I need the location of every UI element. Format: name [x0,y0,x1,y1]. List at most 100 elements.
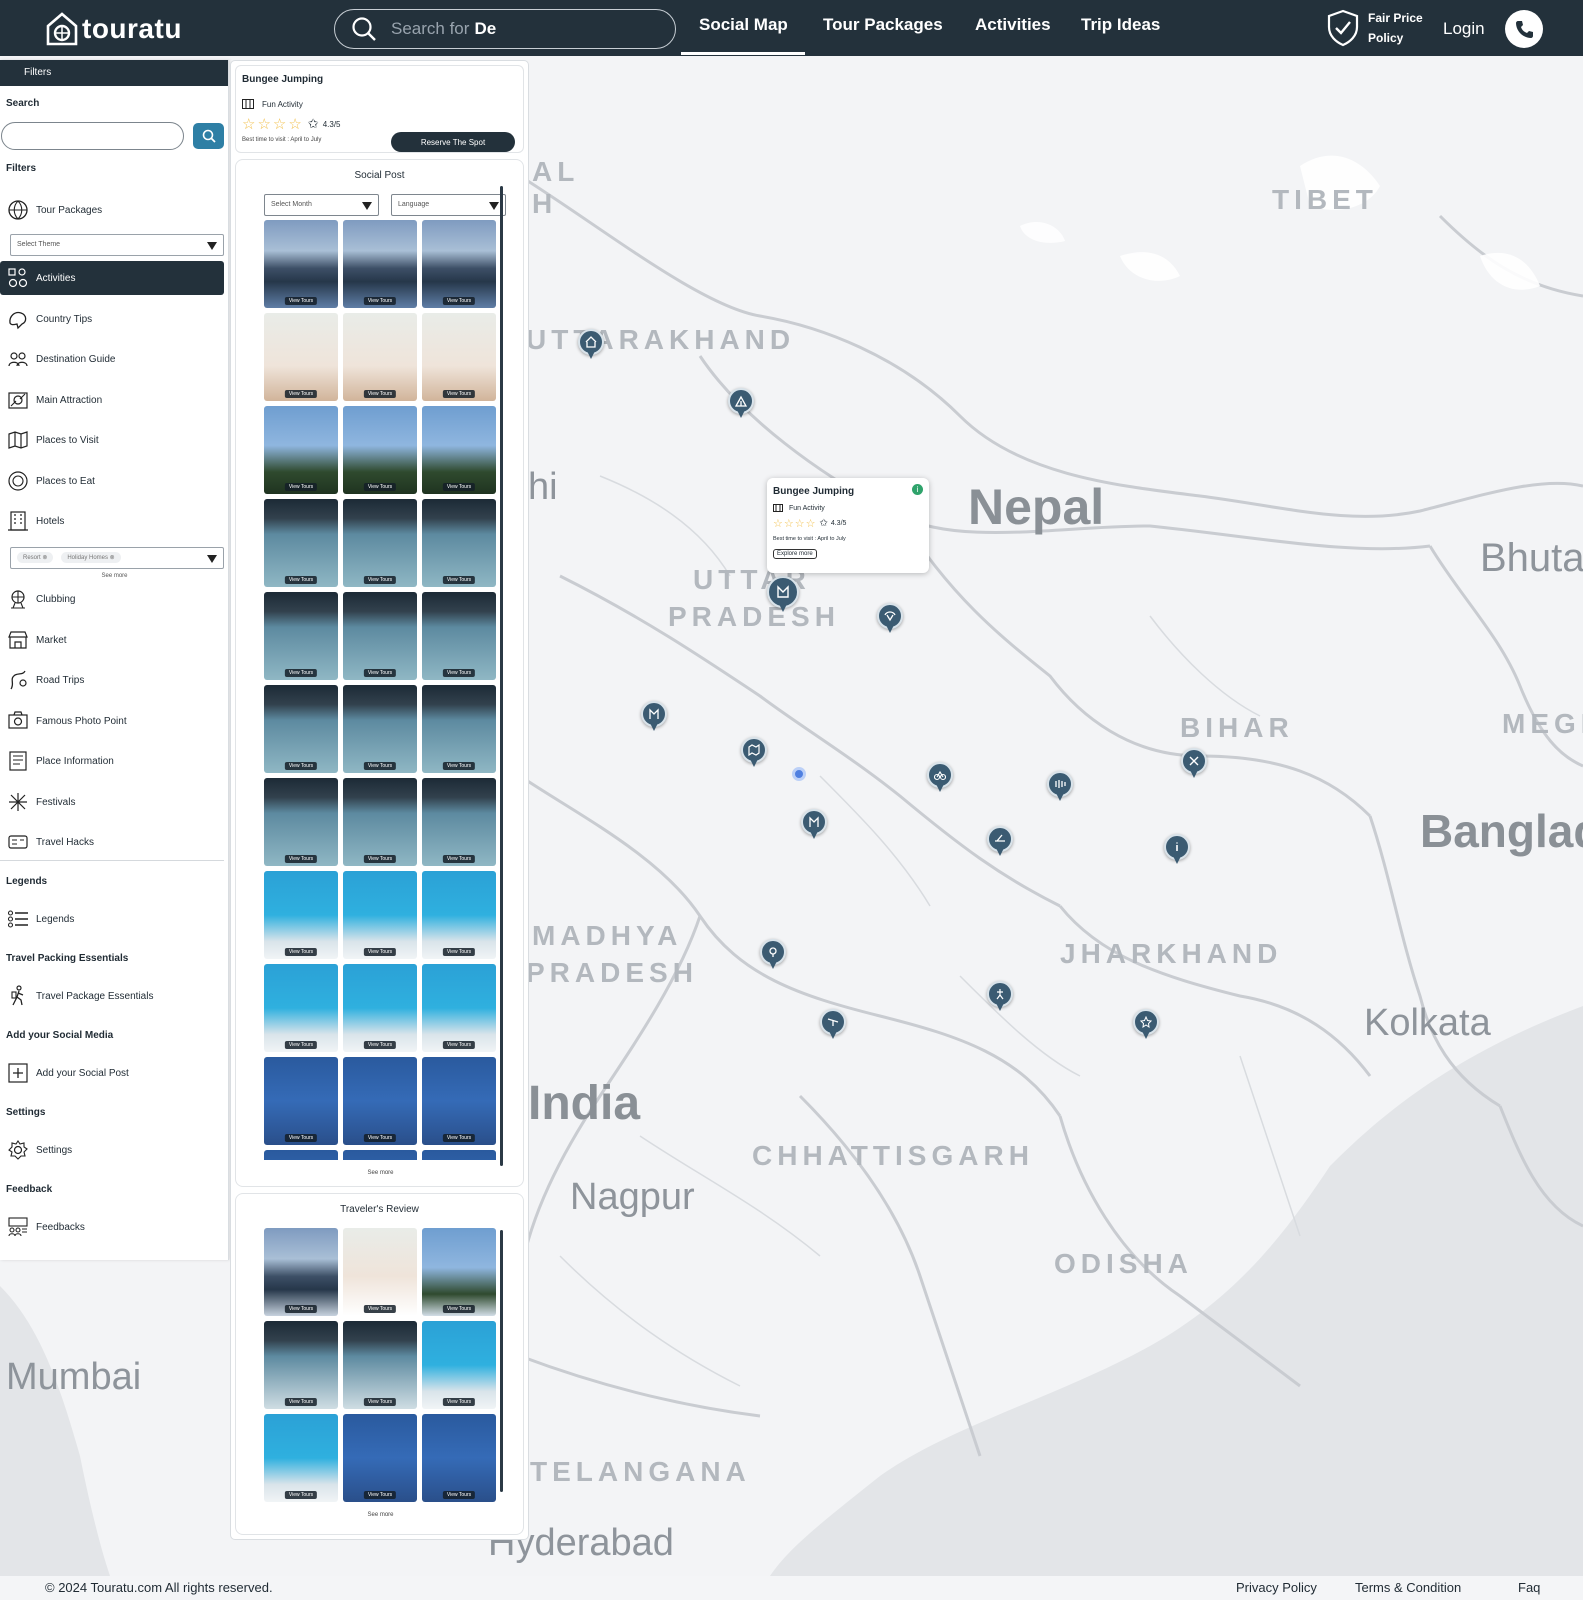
view-tours-button[interactable]: View Tours [442,1041,476,1049]
sidebar-item-road-trips[interactable]: Road Trips [0,663,224,697]
social-post-tile[interactable]: View Tours [422,592,496,680]
view-tours-button[interactable]: View Tours [284,1134,318,1142]
nav-activities[interactable]: Activities [975,15,1051,35]
nav-social-map[interactable]: Social Map [699,15,788,35]
sidebar-item-clubbing[interactable]: Clubbing [0,582,224,616]
map-pin-camping[interactable] [728,388,754,420]
social-post-tile[interactable]: View Tours [343,1057,417,1145]
view-tours-button[interactable]: View Tours [284,483,318,491]
social-post-tile[interactable]: View Tours [264,778,338,866]
view-tours-button[interactable]: View Tours [442,948,476,956]
map-pin-bungee-2[interactable] [801,809,827,841]
explore-more-button[interactable]: Explore more [773,549,817,559]
review-tile[interactable]: View Tours [264,1414,338,1502]
language-dropdown[interactable]: Language [391,194,506,216]
view-tours-button[interactable]: View Tours [442,1134,476,1142]
view-tours-button[interactable]: View Tours [363,1305,397,1313]
map-pin-bungee[interactable] [641,701,667,733]
social-post-tile[interactable]: View Tours [264,592,338,680]
sidebar-item-main-attraction[interactable]: Main Attraction [0,383,224,417]
view-tours-button[interactable]: View Tours [284,669,318,677]
sidebar-item-feedbacks[interactable]: Feedbacks [0,1210,224,1244]
reviews-see-more[interactable]: See more [236,1512,525,1518]
nav-trip-ideas[interactable]: Trip Ideas [1081,15,1160,35]
social-post-tile[interactable]: View Tours [264,1057,338,1145]
social-post-tile[interactable]: View Tours [422,220,496,308]
review-tile[interactable]: View Tours [343,1414,417,1502]
review-tile[interactable]: View Tours [422,1228,496,1316]
social-post-tile[interactable]: View Tours [264,220,338,308]
view-tours-button[interactable]: View Tours [442,1398,476,1406]
map-pin-paragliding[interactable] [877,603,903,635]
social-post-tile[interactable]: View Tours [422,871,496,959]
reserve-spot-button[interactable]: Reserve The Spot [391,132,515,152]
sidebar-item-add-social-post[interactable]: Add your Social Post [0,1056,224,1090]
sidebar-item-places-to-visit[interactable]: Places to Visit [0,423,224,457]
sidebar-item-travel-hacks[interactable]: Travel Hacks [0,825,224,859]
terms-link[interactable]: Terms & Condition [1355,1580,1461,1595]
view-tours-button[interactable]: View Tours [442,669,476,677]
view-tours-button[interactable]: View Tours [284,1305,318,1313]
view-tours-button[interactable]: View Tours [363,390,397,398]
view-tours-button[interactable]: View Tours [442,1491,476,1499]
fair-price-policy-link[interactable]: Fair Price Policy [1326,8,1423,48]
sidebar-item-market[interactable]: Market [0,623,224,657]
sidebar-item-hotels[interactable]: Hotels [0,504,224,538]
view-tours-button[interactable]: View Tours [363,948,397,956]
social-post-tile[interactable]: View Tours [264,685,338,773]
map-pin-music[interactable] [1047,771,1073,803]
map-pin-adventure[interactable] [1181,748,1207,780]
select-month-dropdown[interactable]: Select Month [264,194,379,216]
sidebar-search-input[interactable] [1,122,184,150]
sidebar-tab-filters[interactable]: Filters [0,60,228,86]
map-pin-bungee-selected[interactable] [767,576,799,614]
map-pin-info[interactable] [1164,834,1190,866]
login-link[interactable]: Login [1443,19,1485,39]
view-tours-button[interactable]: View Tours [284,1398,318,1406]
view-tours-button[interactable]: View Tours [363,762,397,770]
social-post-tile[interactable]: View Tours [422,685,496,773]
view-tours-button[interactable]: View Tours [284,297,318,305]
sidebar-item-tour-packages[interactable]: Tour Packages [0,193,224,227]
sidebar-item-activities[interactable]: Activities [0,261,224,295]
view-tours-button[interactable]: View Tours [363,1398,397,1406]
view-tours-button[interactable]: View Tours [363,669,397,677]
view-tours-button[interactable]: View Tours [442,297,476,305]
social-post-tile[interactable]: View Tours [422,406,496,494]
view-tours-button[interactable]: View Tours [284,762,318,770]
view-tours-button[interactable]: View Tours [284,576,318,584]
sidebar-item-place-information[interactable]: Place Information [0,744,224,778]
touratu-logo[interactable]: touratu [44,10,182,48]
social-post-tile[interactable]: View Tours [422,313,496,401]
social-post-tile[interactable]: View Tours [343,406,417,494]
sidebar-item-country-tips[interactable]: Country Tips [0,302,224,336]
social-post-tile[interactable]: View Tours [422,1057,496,1145]
view-tours-button[interactable]: View Tours [363,1041,397,1049]
sidebar-item-festivals[interactable]: Festivals [0,785,224,819]
hotel-type-multiselect[interactable]: Resort ⊗ Holiday Homes ⊗ [10,547,224,569]
phone-button[interactable] [1505,10,1543,48]
social-post-tile[interactable]: View Tours [422,778,496,866]
social-post-tile[interactable]: View Tours [264,964,338,1052]
social-post-tile[interactable]: View Tours [343,499,417,587]
social-post-tile[interactable]: View Tours [264,406,338,494]
sidebar-search-button[interactable] [193,123,224,149]
view-tours-button[interactable]: View Tours [363,483,397,491]
social-post-tile[interactable]: View Tours [343,778,417,866]
review-tile[interactable]: View Tours [264,1228,338,1316]
view-tours-button[interactable]: View Tours [284,855,318,863]
map-pin-temple[interactable] [578,329,604,361]
social-post-scrollbar[interactable] [500,186,503,1166]
view-tours-button[interactable]: View Tours [363,1491,397,1499]
search-input-value[interactable]: De [474,19,496,39]
review-tile[interactable]: View Tours [422,1321,496,1409]
sidebar-item-legends[interactable]: Legends [0,902,224,936]
review-scrollbar[interactable] [500,1230,503,1492]
view-tours-button[interactable]: View Tours [363,576,397,584]
social-post-tile[interactable]: View Tours [264,499,338,587]
map-pin-map[interactable] [741,737,767,769]
global-search-bar[interactable]: Search for De [334,9,676,49]
map-activity-popup[interactable]: Bungee Jumping i Fun Activity ☆☆☆☆ ✩ 4.3… [767,478,929,573]
social-post-tile[interactable] [422,1150,496,1160]
hotels-see-more-link[interactable]: See more [0,573,229,579]
